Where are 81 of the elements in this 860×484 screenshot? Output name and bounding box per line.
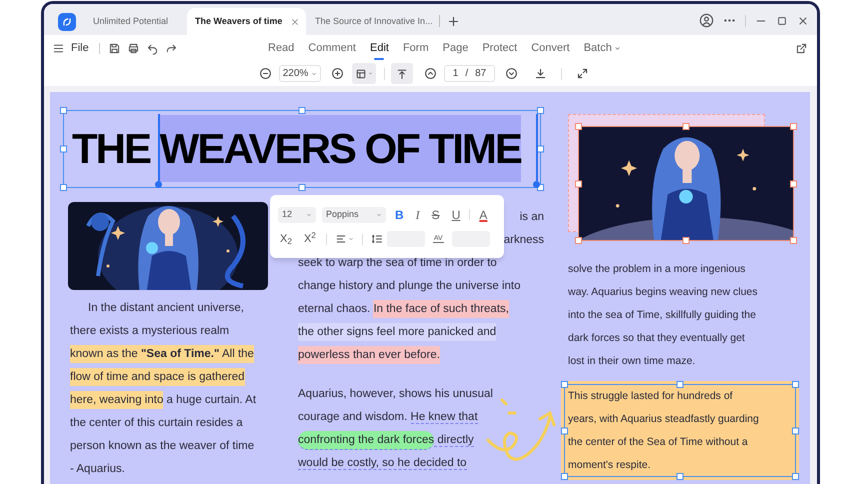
text-line: - Aquarius. bbox=[70, 462, 126, 477]
arrow-up-to-line-icon bbox=[396, 68, 408, 80]
text-line: eternal chaos. In the face of such threats, bbox=[298, 298, 544, 321]
layout-icon bbox=[355, 68, 367, 80]
font-dropdown[interactable]: Poppins bbox=[322, 206, 386, 223]
maximize-icon[interactable] bbox=[776, 14, 788, 26]
superscript-button[interactable]: X$^{2}$ bbox=[302, 230, 318, 248]
font-size-dropdown[interactable]: 12 bbox=[278, 206, 316, 223]
ribbon-tab[interactable]: Batch bbox=[584, 40, 621, 56]
expand-icon[interactable] bbox=[576, 67, 589, 80]
subscript-button[interactable]: X$_{2}$ bbox=[278, 230, 294, 248]
ribbon-tab[interactable]: Page bbox=[442, 40, 468, 56]
menu-icon[interactable] bbox=[52, 42, 65, 54]
next-page-icon[interactable] bbox=[505, 67, 518, 80]
save-icon[interactable] bbox=[108, 42, 121, 54]
text-line: lost in their own time maze. bbox=[568, 354, 696, 369]
text-line: person known as the weaver of time bbox=[70, 439, 256, 454]
redo-icon[interactable] bbox=[164, 42, 178, 54]
text-line: powerless than ever before. bbox=[298, 344, 544, 367]
font-color-button[interactable]: A bbox=[476, 206, 490, 224]
text-line: moment's respite. bbox=[568, 458, 652, 473]
ribbon-tab[interactable]: Protect bbox=[482, 40, 518, 56]
text-box[interactable]: This struggle lasted for hundreds of years, with Aquarius steadfastly guarding the center of the Sea of Time without a moment's respite. bbox=[561, 381, 799, 480]
page-field[interactable]: 1 / 87 bbox=[444, 65, 495, 82]
selection-handle[interactable] bbox=[155, 114, 162, 188]
text-line: is an bbox=[520, 210, 544, 225]
caret-icon bbox=[368, 71, 373, 76]
line-spacing-icon[interactable] bbox=[370, 233, 383, 245]
text-line: arkness bbox=[504, 233, 544, 248]
text-line: the center of the Sea of Time without a bbox=[568, 435, 749, 450]
text-line: change history and plunge the universe into bbox=[298, 279, 522, 294]
bold-button[interactable]: B bbox=[392, 206, 407, 224]
caret-icon bbox=[306, 212, 312, 218]
undo-icon[interactable] bbox=[146, 42, 159, 54]
text-line: years, with Aquarius steadfastly guarding bbox=[568, 412, 760, 427]
text-line: dark forces so that they eventually get bbox=[568, 331, 746, 346]
selection-handle[interactable] bbox=[533, 114, 540, 188]
zoom-field[interactable]: 220% bbox=[279, 65, 321, 82]
account-icon[interactable] bbox=[699, 13, 714, 28]
document-tab[interactable]: Unlimited Potential bbox=[84, 8, 187, 35]
zoom-in-icon[interactable] bbox=[331, 67, 344, 80]
layout-button[interactable] bbox=[352, 63, 376, 84]
caret-icon bbox=[376, 212, 382, 218]
ribbon-tab[interactable]: Comment bbox=[308, 40, 356, 56]
strikethrough-button[interactable]: S bbox=[428, 206, 443, 224]
first-page-button[interactable] bbox=[391, 63, 413, 84]
print-icon[interactable] bbox=[126, 42, 140, 54]
underline-button[interactable]: U bbox=[448, 206, 464, 224]
text-line: confronting the dark forces directly bbox=[298, 429, 544, 452]
close-icon[interactable] bbox=[290, 16, 300, 26]
text-line: way. Aquarius begins weaving new clues bbox=[568, 285, 758, 300]
ribbon-tab[interactable]: Read bbox=[268, 40, 294, 56]
text-line: Aquarius, however, shows his unusual bbox=[298, 387, 494, 402]
text-line: In the distant ancient universe, bbox=[87, 301, 245, 316]
document-tab[interactable]: The Source of Innovative In... bbox=[306, 8, 436, 35]
previous-page-icon[interactable] bbox=[424, 67, 437, 80]
align-dropdown[interactable] bbox=[334, 233, 354, 245]
caret-icon bbox=[311, 70, 318, 76]
caret-icon bbox=[348, 236, 354, 242]
add-tab-icon[interactable] bbox=[447, 15, 460, 28]
document-tab[interactable]: The Weavers of time bbox=[187, 8, 306, 35]
external-link-icon[interactable] bbox=[795, 42, 808, 54]
ribbon-tab[interactable]: Form bbox=[402, 40, 429, 56]
text-line: courage and wisdom. He knew that bbox=[298, 410, 479, 426]
text-line: solve the problem in a more ingenious bbox=[568, 262, 746, 277]
text-line: seek to warp the sea of time in order to bbox=[298, 256, 498, 271]
text-line: there exists a mysterious realm bbox=[70, 324, 230, 339]
zoom-out-icon[interactable] bbox=[259, 67, 272, 80]
text-line: into the sea of Time, skillfully guiding the bbox=[568, 308, 757, 323]
text-line: the center of this curtain resides a bbox=[70, 416, 244, 431]
ribbon-tab[interactable]: Convert bbox=[531, 40, 570, 56]
italic-button[interactable]: I bbox=[412, 206, 423, 224]
text-line: This struggle lasted for hundreds of bbox=[568, 389, 734, 404]
align-icon bbox=[334, 233, 347, 245]
text-line: here, weaving into a huge curtain. At bbox=[70, 389, 268, 412]
app-logo-icon[interactable] bbox=[58, 13, 76, 31]
text-line: would be costly, so he decided to bbox=[298, 456, 468, 472]
file-menu[interactable]: File bbox=[71, 40, 89, 56]
close-icon[interactable] bbox=[797, 14, 809, 26]
caret-icon bbox=[614, 44, 621, 52]
download-icon[interactable] bbox=[534, 67, 547, 80]
